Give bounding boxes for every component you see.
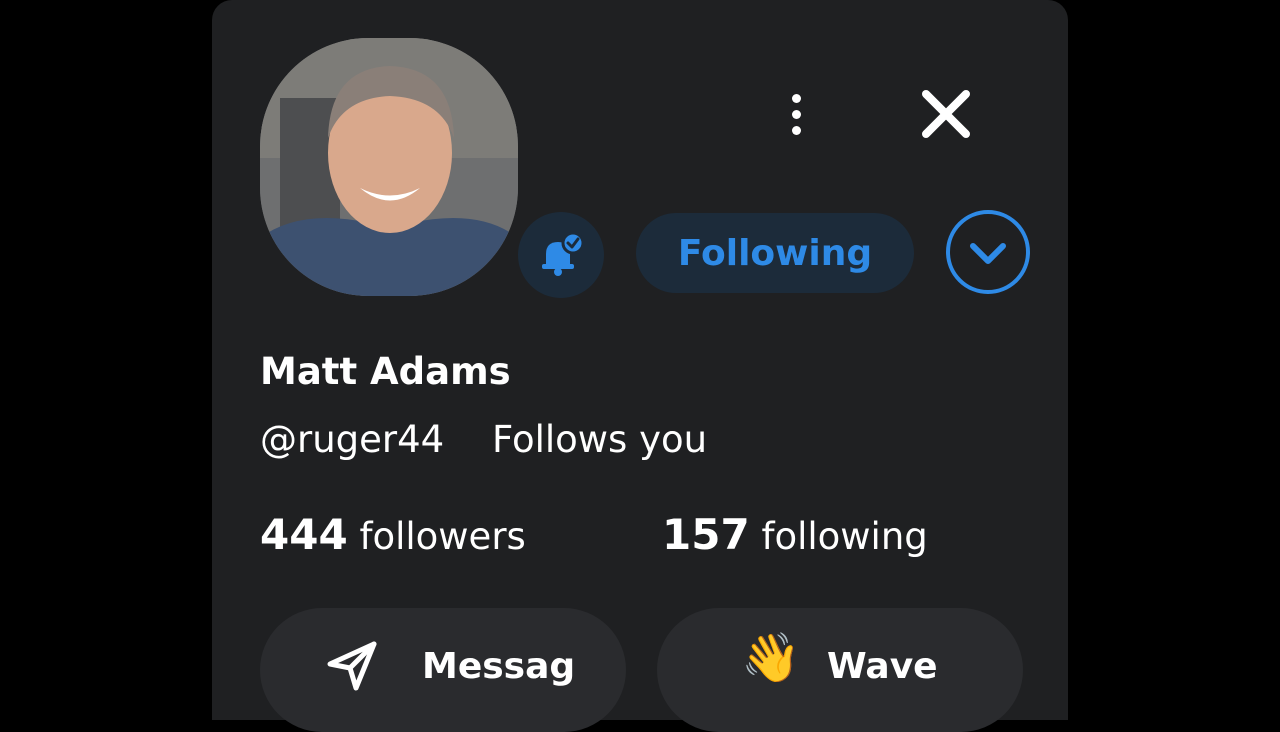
followers-stat[interactable]: 444 followers (260, 510, 526, 559)
expand-button[interactable] (945, 209, 1031, 295)
following-button[interactable]: Following (636, 213, 914, 293)
close-button[interactable] (916, 84, 976, 144)
profile-handle: @ruger44 (260, 418, 445, 461)
close-icon (922, 90, 970, 138)
follows-you-label: Follows you (492, 418, 708, 461)
avatar-photo (260, 38, 518, 296)
more-options-button[interactable] (778, 84, 814, 144)
profile-name: Matt Adams (260, 350, 511, 393)
following-count: 157 (662, 510, 750, 559)
chevron-down-icon (946, 210, 1030, 294)
send-icon (327, 641, 377, 691)
followers-label: followers (359, 515, 526, 558)
followers-count: 444 (260, 510, 348, 559)
notification-bell-button[interactable] (518, 212, 604, 298)
more-dot-icon (791, 109, 801, 119)
avatar[interactable] (260, 38, 518, 296)
wave-button[interactable]: 👋 Wave (657, 608, 1023, 732)
wave-label: Wave (827, 646, 938, 687)
profile-card: Following Matt Adams @ruger44 Follows yo… (212, 0, 1068, 732)
message-label: Messag (422, 646, 576, 687)
bell-check-icon (542, 231, 585, 276)
message-button[interactable]: Messag (260, 608, 626, 732)
more-dot-icon (791, 93, 801, 103)
following-label: following (761, 515, 928, 558)
more-dot-icon (791, 125, 801, 135)
wave-icon: 👋 (741, 630, 801, 686)
following-stat[interactable]: 157 following (662, 510, 928, 559)
